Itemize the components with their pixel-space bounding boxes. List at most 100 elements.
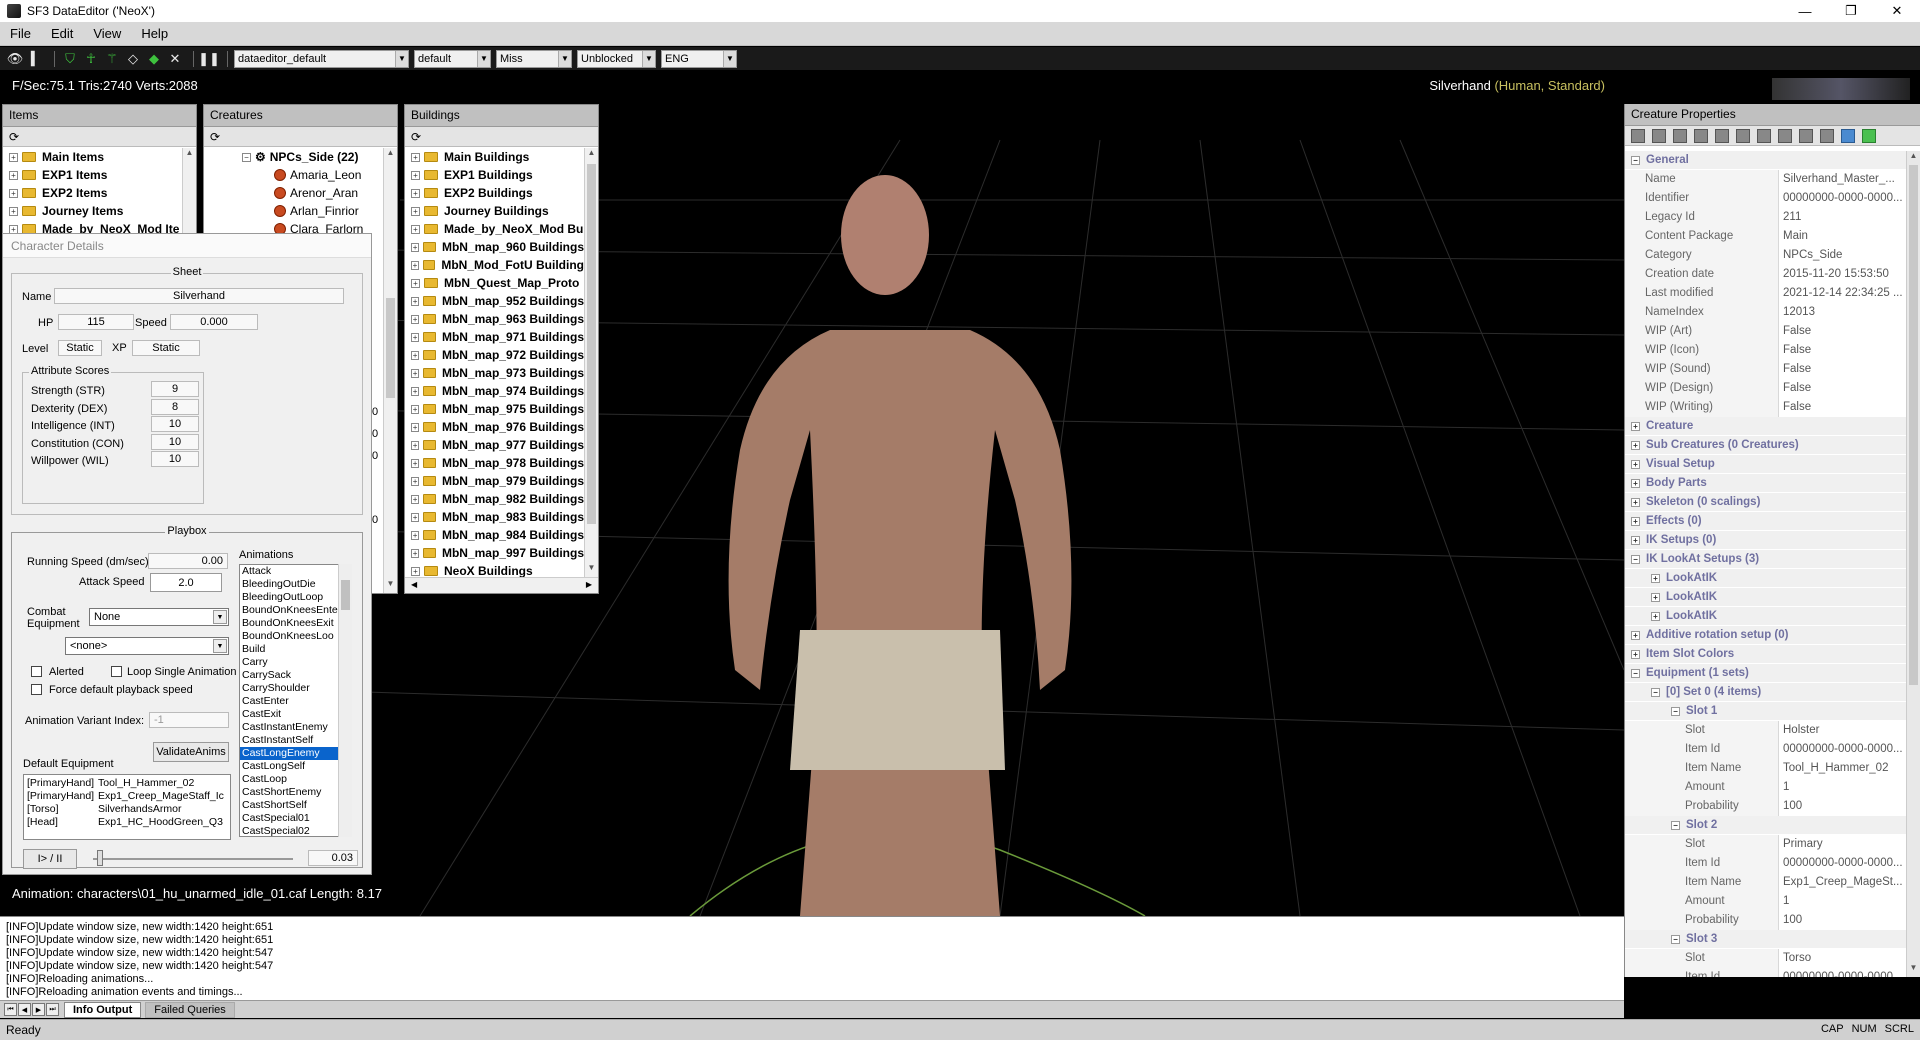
property-row[interactable]: Item Id 00000000-0000-0000... (1625, 853, 1906, 873)
tree-item[interactable]: + MbN_map_977 Buildings (405, 436, 584, 454)
property-grid[interactable]: − General Name Silverhand_Master_... Identif… (1625, 151, 1906, 977)
property-row[interactable]: Last modified 2021-12-14 22:34:25 ... (1625, 283, 1906, 303)
alerted-checkbox[interactable] (31, 666, 42, 677)
tree-item[interactable]: + MbN_map_979 Buildings (405, 472, 584, 490)
property-category[interactable]: + Body Parts (1625, 474, 1906, 493)
properties-scrollbar[interactable]: ▲ ▼ (1906, 151, 1920, 977)
close-button[interactable]: ✕ (1874, 0, 1920, 22)
refresh-icon[interactable]: ⟳ (210, 130, 220, 144)
equipment-set-dropdown[interactable]: <none> ▼ (65, 637, 229, 655)
attribute-value[interactable]: 10 (151, 433, 199, 450)
property-category[interactable]: + Creature (1625, 417, 1906, 436)
cut-icon[interactable] (1799, 128, 1813, 143)
property-row[interactable]: NameIndex 12013 (1625, 302, 1906, 322)
animation-item[interactable]: CastLongSelf (240, 760, 351, 773)
property-row[interactable]: Content Package Main (1625, 226, 1906, 246)
tree-item[interactable]: + MbN_map_982 Buildings (405, 490, 584, 508)
property-row[interactable]: WIP (Sound) False (1625, 359, 1906, 379)
property-category[interactable]: − IK LookAt Setups (3) (1625, 550, 1906, 569)
property-category[interactable]: + LookAtIK (1625, 588, 1906, 607)
tree-item[interactable]: Amaria_Leon (204, 166, 383, 184)
menu-view[interactable]: View (93, 26, 121, 41)
profile-combo[interactable]: default ▼ (414, 49, 491, 68)
property-category[interactable]: + LookAtIK (1625, 569, 1906, 588)
property-row[interactable]: Item Id 00000000-0000-0000... (1625, 967, 1906, 977)
delete-icon[interactable] (1820, 128, 1834, 143)
property-row[interactable]: WIP (Design) False (1625, 378, 1906, 398)
animation-item[interactable]: CastLoop (240, 773, 351, 786)
tree-item[interactable]: + MbN_Mod_FotU Building (405, 256, 584, 274)
animation-item[interactable]: CastLongEnemy (240, 747, 351, 760)
property-category[interactable]: − Slot 2 (1625, 816, 1906, 835)
property-row[interactable]: WIP (Writing) False (1625, 397, 1906, 417)
validate-anims-button[interactable]: ValidateAnims (153, 742, 229, 762)
skeleton-icon[interactable]: ⚚ (103, 50, 121, 68)
paste-icon[interactable] (1736, 128, 1750, 143)
tree-item[interactable]: + MbN_map_974 Buildings (405, 382, 584, 400)
running-speed-field[interactable]: 0.00 (148, 553, 228, 569)
speed-field[interactable]: 0.000 (170, 314, 258, 330)
save-icon[interactable] (1652, 128, 1666, 143)
property-category[interactable]: − General (1625, 151, 1906, 170)
bar-icon[interactable]: ▍ (27, 50, 45, 68)
property-row[interactable]: Name Silverhand_Master_... (1625, 169, 1906, 189)
menu-help[interactable]: Help (141, 26, 168, 41)
property-row[interactable]: Probability 100 (1625, 910, 1906, 930)
attribute-value[interactable]: 10 (151, 451, 199, 467)
next-tab-icon[interactable]: ▶ (32, 1003, 45, 1016)
property-row[interactable]: Item Name Tool_H_Hammer_02 (1625, 758, 1906, 778)
tree-item[interactable]: Arenor_Aran (204, 184, 383, 202)
equipment-row[interactable]: [PrimaryHand] Exp1_Creep_MageStaff_Ic (24, 790, 230, 803)
id-icon[interactable] (1841, 128, 1855, 143)
layout-combo[interactable]: dataeditor_default ▼ (234, 49, 409, 68)
variant-field[interactable]: -1 (149, 712, 229, 728)
force-speed-checkbox[interactable] (31, 684, 42, 695)
animation-item[interactable]: CastInstantEnemy (240, 721, 351, 734)
property-row[interactable]: Slot Torso (1625, 948, 1906, 968)
tab-info-output[interactable]: Info Output (64, 1001, 142, 1018)
attribute-value[interactable]: 10 (151, 416, 199, 432)
animation-item[interactable]: CastEnter (240, 695, 351, 708)
timeline-handle[interactable] (97, 850, 103, 866)
animation-item[interactable]: BoundOnKneesExit (240, 617, 351, 630)
undo-icon[interactable] (1673, 128, 1687, 143)
creatures-scrollbar[interactable]: ▲ ▼ (383, 148, 397, 593)
property-row[interactable]: Amount 1 (1625, 891, 1906, 911)
animation-item[interactable]: Build (240, 643, 351, 656)
property-category[interactable]: − Equipment (1 sets) (1625, 664, 1906, 683)
tree-item[interactable]: + EXP1 Items (3, 166, 182, 184)
property-category[interactable]: − [0] Set 0 (4 items) (1625, 683, 1906, 702)
property-row[interactable]: Amount 1 (1625, 777, 1906, 797)
cross-icon[interactable]: ✕ (166, 50, 184, 68)
timeline-slider[interactable] (93, 858, 293, 860)
tree-item[interactable]: + MbN_map_960 Buildings (405, 238, 584, 256)
check-icon[interactable] (1631, 128, 1645, 143)
buildings-scrollbar[interactable]: ▲ ▼ (584, 148, 598, 577)
tree-item[interactable]: + MbN_map_963 Buildings (405, 310, 584, 328)
property-row[interactable]: Creation date 2015-11-20 15:53:50 (1625, 264, 1906, 284)
property-row[interactable]: Identifier 00000000-0000-0000... (1625, 188, 1906, 208)
tree-item[interactable]: + MbN_map_975 Buildings (405, 400, 584, 418)
property-category[interactable]: + IK Setups (0) (1625, 531, 1906, 550)
tree-item[interactable]: + MbN_Quest_Map_Proto (405, 274, 584, 292)
property-category[interactable]: − Slot 3 (1625, 930, 1906, 949)
pause-icon[interactable]: ❚❚ (198, 50, 220, 68)
tree-item[interactable]: + MbN_map_952 Buildings (405, 292, 584, 310)
copy-icon[interactable] (1715, 128, 1729, 143)
hp-field[interactable]: 115 (58, 314, 134, 330)
animation-item[interactable]: CastInstantSelf (240, 734, 351, 747)
property-category[interactable]: + Skeleton (0 scalings) (1625, 493, 1906, 512)
export-icon[interactable] (1694, 128, 1708, 143)
tree-item[interactable]: + EXP2 Buildings (405, 184, 584, 202)
tree-item[interactable]: + EXP1 Buildings (405, 166, 584, 184)
animation-item[interactable]: CarryShoulder (240, 682, 351, 695)
property-row[interactable]: Probability 100 (1625, 796, 1906, 816)
property-category[interactable]: + Additive rotation setup (0) (1625, 626, 1906, 645)
tree-item[interactable]: + NeoX Buildings (405, 562, 584, 577)
buildings-hscrollbar[interactable]: ◀ ▶ (405, 577, 598, 593)
attack-speed-field[interactable]: 2.0 (150, 573, 222, 592)
tree-item[interactable]: + MbN_map_997 Buildings (405, 544, 584, 562)
property-category[interactable]: − Slot 1 (1625, 702, 1906, 721)
tree-group[interactable]: − ⚙ NPCs_Side (22) (204, 148, 383, 166)
animation-item[interactable]: BoundOnKneesLoo (240, 630, 351, 643)
